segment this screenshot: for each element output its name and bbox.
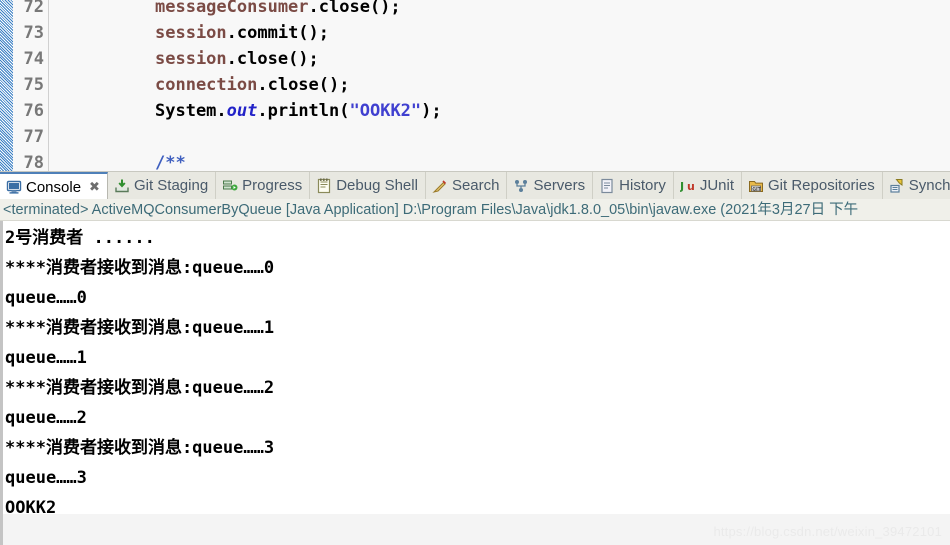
- tab-git-repositories[interactable]: GIT Git Repositories: [742, 172, 883, 199]
- line-number-gutter: 72 73 74 75 76 77 78: [13, 0, 48, 171]
- watermark-text: https://blog.csdn.net/weixin_39472101: [713, 524, 942, 539]
- console-line: queue……0: [5, 288, 87, 308]
- svg-text:u: u: [687, 180, 695, 193]
- search-icon: [432, 178, 448, 194]
- console-line: ****消费者接收到消息:queue……0: [5, 258, 275, 278]
- synchronize-icon: [889, 178, 905, 194]
- tab-label: Servers: [533, 177, 586, 194]
- tab-label: Git Repositories: [768, 177, 875, 194]
- tab-console[interactable]: Console ✖: [0, 172, 108, 200]
- history-icon: [599, 178, 615, 194]
- tab-label: JUnit: [699, 177, 735, 194]
- code-line[interactable]: session.close();: [49, 46, 950, 72]
- line-number: 77: [23, 127, 44, 147]
- git-repositories-icon: GIT: [748, 178, 764, 194]
- console-icon: [6, 179, 22, 195]
- code-line[interactable]: [49, 124, 950, 150]
- line-number: 73: [23, 23, 44, 43]
- line-number: 72: [23, 0, 44, 17]
- line-number: 75: [23, 75, 44, 95]
- console-line: ****消费者接收到消息:queue……1: [5, 318, 275, 338]
- code-line[interactable]: messageConsumer.close();: [49, 0, 950, 20]
- code-token: session: [155, 49, 227, 69]
- tab-label: Search: [451, 177, 500, 194]
- code-token: .println(: [257, 101, 350, 121]
- progress-icon: [222, 178, 238, 194]
- annotation-ruler[interactable]: [0, 0, 13, 171]
- tab-progress[interactable]: Progress: [216, 172, 311, 199]
- tab-search[interactable]: Search: [426, 172, 508, 199]
- code-token: /**: [155, 153, 186, 171]
- launch-configuration-label: <terminated> ActiveMQConsumerByQueue [Ja…: [0, 199, 950, 221]
- line-number: 78: [23, 153, 44, 171]
- code-text-area[interactable]: messageConsumer.close(); session.commit()…: [49, 0, 950, 171]
- code-line[interactable]: /**: [49, 150, 950, 171]
- console-view[interactable]: 2号消费者 ...... ****消费者接收到消息:queue……0 queue………: [0, 221, 950, 545]
- code-token: .close();: [257, 75, 350, 95]
- code-token: session: [155, 23, 227, 43]
- view-tab-bar[interactable]: Console ✖ Git Staging Progress Debug Shell Se…: [0, 171, 950, 201]
- console-line: queue……1: [5, 348, 87, 368]
- tab-junit[interactable]: Ju JUnit: [674, 172, 743, 199]
- code-token: .close();: [308, 0, 401, 17]
- line-number: 76: [23, 101, 44, 121]
- console-line: ****消费者接收到消息:queue……3: [5, 438, 275, 458]
- code-line[interactable]: connection.close();: [49, 72, 950, 98]
- console-output[interactable]: 2号消费者 ...... ****消费者接收到消息:queue……0 queue………: [3, 221, 950, 518]
- code-token: "OOKK2": [349, 101, 422, 121]
- line-number: 74: [23, 49, 44, 69]
- console-line: 2号消费者 ......: [5, 228, 155, 248]
- servers-icon: [513, 178, 529, 194]
- code-line[interactable]: System.out.println("OOKK2");: [49, 98, 950, 124]
- tab-label: Progress: [242, 177, 303, 194]
- code-editor[interactable]: 72 73 74 75 76 77 78 messageConsumer.close(); s…: [0, 0, 950, 171]
- code-token: connection: [155, 75, 258, 95]
- tab-label: Git Staging: [133, 177, 209, 194]
- console-line: ****消费者接收到消息:queue……2: [5, 378, 275, 398]
- tab-history[interactable]: History: [593, 172, 674, 199]
- code-token: out: [226, 101, 258, 121]
- close-icon[interactable]: ✖: [89, 180, 100, 195]
- svg-text:J: J: [680, 180, 684, 193]
- console-line: queue……2: [5, 408, 87, 428]
- tab-label: Debug Shell: [336, 177, 418, 194]
- junit-icon: Ju: [679, 178, 696, 194]
- svg-text:GIT: GIT: [752, 186, 761, 192]
- tab-debug-shell[interactable]: Debug Shell: [310, 172, 426, 199]
- git-staging-icon: [114, 178, 130, 194]
- code-line[interactable]: session.commit();: [49, 20, 950, 46]
- tab-label: Console: [26, 178, 82, 196]
- tab-synchro[interactable]: Synchro: [883, 172, 950, 199]
- console-line: OOKK2: [5, 498, 57, 518]
- tab-servers[interactable]: Servers: [507, 172, 594, 199]
- code-token: System.: [155, 101, 227, 121]
- code-token: );: [421, 101, 442, 121]
- console-line: queue……3: [5, 468, 87, 488]
- code-token: .close();: [226, 49, 319, 69]
- code-token: .commit();: [226, 23, 330, 43]
- tab-git-staging[interactable]: Git Staging: [108, 172, 217, 199]
- tab-label: History: [619, 177, 666, 194]
- debug-shell-icon: [316, 178, 332, 194]
- code-token: messageConsumer: [155, 0, 309, 17]
- tab-label: Synchro: [908, 177, 950, 194]
